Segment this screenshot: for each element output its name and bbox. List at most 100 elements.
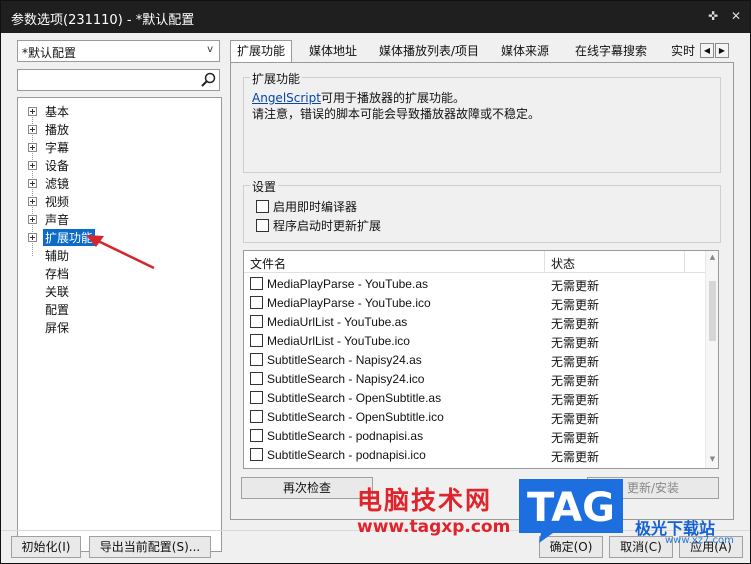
- watermark-site-name: 电脑技术网: [357, 486, 493, 515]
- file-checkbox[interactable]: [250, 391, 263, 404]
- extension-description-line2: 请注意，错误的脚本可能会导致播放器故障或不稳定。: [252, 107, 541, 121]
- filename-text: SubtitleSearch - Napisy24.ico: [267, 372, 425, 386]
- tab-scroll-left-icon[interactable]: ◀: [700, 43, 714, 58]
- expand-plus-icon[interactable]: [28, 233, 37, 242]
- filename-cell: MediaPlayParse - YouTube.ico: [250, 296, 431, 310]
- file-checkbox[interactable]: [250, 353, 263, 366]
- filename-cell: MediaPlayParse - YouTube.as: [250, 277, 428, 291]
- filename-text: SubtitleSearch - OpenSubtitle.ico: [267, 410, 444, 424]
- tree-item-label: 辅助: [45, 249, 70, 263]
- expand-plus-icon[interactable]: [28, 215, 37, 224]
- file-checkbox[interactable]: [250, 429, 263, 442]
- expand-plus-icon[interactable]: [28, 125, 37, 134]
- update-on-start-option[interactable]: 程序启动时更新扩展: [256, 217, 381, 235]
- column-header-filename[interactable]: 文件名: [250, 255, 286, 272]
- filename-cell: SubtitleSearch - Napisy24.ico: [250, 372, 424, 386]
- pin-icon[interactable]: ✜: [706, 9, 720, 23]
- table-row[interactable]: SubtitleSearch - OpenSubtitle.ico 无需更新: [244, 408, 706, 427]
- tab[interactable]: 媒体播放列表/项目: [372, 40, 486, 62]
- extension-description-line1: 可用于播放器的扩展功能。: [320, 91, 465, 105]
- expand-plus-icon[interactable]: [28, 143, 37, 152]
- export-config-button[interactable]: 导出当前配置(S)...: [89, 536, 211, 558]
- status-cell: 无需更新: [551, 431, 600, 445]
- column-divider[interactable]: [544, 251, 545, 273]
- table-row[interactable]: MediaUrlList - YouTube.as 无需更新: [244, 313, 706, 332]
- file-checkbox[interactable]: [250, 410, 263, 423]
- table-row[interactable]: MediaPlayParse - YouTube.as 无需更新: [244, 275, 706, 294]
- title-bar[interactable]: 参数选项(231110) - *默认配置 ✜ ✕: [1, 1, 750, 33]
- expand-plus-icon[interactable]: [28, 107, 37, 116]
- tab-scroll-right-icon[interactable]: ▶: [715, 43, 729, 58]
- jit-compiler-checkbox[interactable]: [256, 200, 269, 213]
- tree-item-label: 屏保: [45, 321, 70, 335]
- filename-cell: MediaUrlList - YouTube.ico: [250, 334, 410, 348]
- settings-group: 设置 启用即时编译器 程序启动时更新扩展: [243, 178, 721, 243]
- table-row[interactable]: MediaUrlList - YouTube.ico 无需更新: [244, 332, 706, 351]
- file-checkbox[interactable]: [250, 334, 263, 347]
- filename-text: SubtitleSearch - podnapisi.as: [267, 429, 424, 443]
- angelscript-link[interactable]: AngelScript: [252, 91, 321, 105]
- search-icon[interactable]: [199, 72, 217, 88]
- expand-plus-icon[interactable]: [28, 197, 37, 206]
- filename-text: MediaUrlList - YouTube.as: [267, 315, 408, 329]
- expand-plus-icon[interactable]: [28, 179, 37, 188]
- file-checkbox[interactable]: [250, 372, 263, 385]
- profile-dropdown[interactable]: *默认配置 v: [17, 40, 220, 62]
- settings-tree[interactable]: 基本 播放 字幕 设备 滤镜 视频 声音 扩展功能 辅助 存档 关联 配置 屏保: [17, 97, 222, 552]
- tree-item-label: 声音: [45, 213, 70, 227]
- table-row[interactable]: MediaPlayParse - YouTube.ico 无需更新: [244, 294, 706, 313]
- table-row[interactable]: SubtitleSearch - OpenSubtitle.as 无需更新: [244, 389, 706, 408]
- filename-text: SubtitleSearch - podnapisi.ico: [267, 448, 426, 462]
- scrollbar-thumb[interactable]: [709, 281, 716, 341]
- status-cell: 无需更新: [551, 279, 600, 293]
- tree-item-label: 字幕: [45, 141, 70, 155]
- close-icon[interactable]: ✕: [729, 9, 743, 23]
- filename-cell: SubtitleSearch - podnapisi.as: [250, 429, 423, 443]
- tree-item-label: 播放: [45, 123, 70, 137]
- scroll-down-icon[interactable]: ▼: [708, 455, 717, 463]
- status-cell: 无需更新: [551, 355, 600, 369]
- list-scrollbar[interactable]: ▲ ▼: [705, 251, 718, 468]
- watermark-brand-url: www.xz7.com: [665, 535, 734, 546]
- update-on-start-label: 程序启动时更新扩展: [273, 219, 382, 233]
- table-row[interactable]: SubtitleSearch - podnapisi.as 无需更新: [244, 427, 706, 446]
- filename-cell: MediaUrlList - YouTube.as: [250, 315, 407, 329]
- column-divider[interactable]: [684, 251, 685, 273]
- filename-text: SubtitleSearch - Napisy24.as: [267, 353, 422, 367]
- file-checkbox[interactable]: [250, 315, 263, 328]
- update-on-start-checkbox[interactable]: [256, 219, 269, 232]
- extension-group-title: 扩展功能: [250, 70, 303, 87]
- jit-compiler-label: 启用即时编译器: [273, 200, 358, 214]
- annotation-arrow: [86, 235, 155, 270]
- table-row[interactable]: SubtitleSearch - podnapisi.ico 无需更新: [244, 446, 706, 465]
- settings-group-title: 设置: [250, 178, 279, 195]
- status-cell: 无需更新: [551, 336, 600, 350]
- file-checkbox[interactable]: [250, 277, 263, 290]
- filename-text: MediaPlayParse - YouTube.as: [267, 277, 428, 291]
- chevron-down-icon: v: [207, 44, 213, 55]
- filename-cell: SubtitleSearch - OpenSubtitle.ico: [250, 410, 444, 424]
- file-checkbox[interactable]: [250, 296, 263, 309]
- filename-text: MediaUrlList - YouTube.ico: [267, 334, 410, 348]
- tab[interactable]: 媒体地址: [302, 40, 364, 62]
- search-input[interactable]: [17, 69, 220, 91]
- tab[interactable]: 在线字幕搜索: [568, 40, 654, 62]
- extension-file-list[interactable]: 文件名 状态 MediaPlayParse - YouTube.as 无需更新 Me…: [243, 250, 719, 469]
- tab[interactable]: 媒体来源: [494, 40, 556, 62]
- tree-item-label: 视频: [45, 195, 70, 209]
- status-cell: 无需更新: [551, 412, 600, 426]
- tree-item-label: 配置: [45, 303, 70, 317]
- initialize-button[interactable]: 初始化(I): [11, 536, 81, 558]
- tab[interactable]: 扩展功能: [230, 40, 293, 63]
- scroll-up-icon[interactable]: ▲: [708, 253, 717, 261]
- tab[interactable]: 实时: [664, 40, 702, 62]
- tree-item-label: 存档: [45, 267, 70, 281]
- jit-compiler-option[interactable]: 启用即时编译器: [256, 198, 357, 216]
- expand-plus-icon[interactable]: [28, 161, 37, 170]
- filename-cell: SubtitleSearch - OpenSubtitle.as: [250, 391, 441, 405]
- file-checkbox[interactable]: [250, 448, 263, 461]
- table-row[interactable]: SubtitleSearch - Napisy24.ico 无需更新: [244, 370, 706, 389]
- column-header-status[interactable]: 状态: [551, 255, 575, 272]
- table-row[interactable]: SubtitleSearch - Napisy24.as 无需更新: [244, 351, 706, 370]
- filename-text: SubtitleSearch - OpenSubtitle.as: [267, 391, 442, 405]
